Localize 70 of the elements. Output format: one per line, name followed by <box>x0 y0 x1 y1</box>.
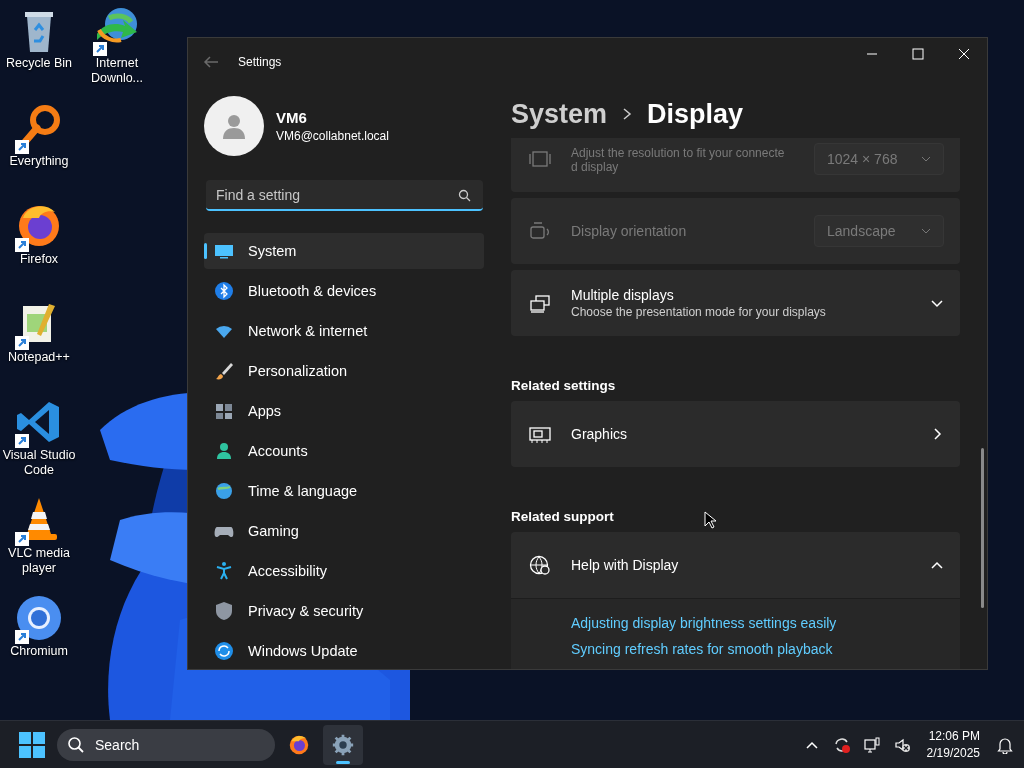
graphics-card-icon <box>529 424 551 444</box>
icon-label[interactable]: Notepad++ <box>1 350 77 365</box>
nav-item[interactable]: Apps <box>204 393 484 429</box>
network-icon[interactable] <box>862 735 881 754</box>
maximize-button[interactable] <box>912 48 924 60</box>
avatar <box>204 96 264 156</box>
icon-label[interactable]: VLC media player <box>1 546 77 576</box>
setting-card[interactable]: Help with Display Adjusting display brightness settings easily Syncing refresh rates for smooth playback <box>511 532 960 669</box>
nav-item[interactable]: Privacy & security <box>204 593 484 629</box>
setting-title: Graphics <box>571 426 629 442</box>
rotate-display-icon <box>529 221 551 241</box>
start-button[interactable] <box>19 731 45 758</box>
nav-item[interactable]: Time & language <box>204 473 484 509</box>
apps-icon <box>214 401 234 421</box>
nav-item[interactable]: Bluetooth & devices <box>204 273 484 309</box>
account-email: VM6@collabnet.local <box>276 129 389 143</box>
search-field[interactable]: Find a setting <box>206 180 483 211</box>
icon-label[interactable]: Everything <box>1 154 77 169</box>
chevron-right-icon <box>621 107 634 121</box>
icon-label[interactable]: Chromium <box>1 644 77 659</box>
help-link[interactable]: Syncing refresh rates for smooth playback <box>571 641 960 657</box>
scrollbar-thumb[interactable] <box>981 448 984 608</box>
clock-time[interactable]: 12:06 PM <box>928 727 980 745</box>
page-title: Display <box>647 98 744 130</box>
globe-help-icon <box>529 555 551 575</box>
taskbar-app[interactable] <box>323 724 363 765</box>
accessibility-icon <box>214 561 234 581</box>
setting-title: Display orientation <box>571 223 688 239</box>
icon-label[interactable]: Recycle Bin <box>1 56 77 71</box>
icon-label[interactable]: Firefox <box>1 252 77 267</box>
nav-item[interactable]: Accessibility <box>204 553 484 589</box>
nav-item[interactable]: Accounts <box>204 433 484 469</box>
bluetooth-icon <box>214 281 234 301</box>
search-icon <box>67 735 85 754</box>
brush-icon <box>214 361 234 381</box>
chevron-down-icon <box>921 156 931 162</box>
sync-icon[interactable] <box>832 735 851 754</box>
setting-description: Adjust the resolution to fit your connected display <box>571 146 785 174</box>
nav-item[interactable]: Personalization <box>204 353 484 389</box>
notification-bell-icon[interactable] <box>996 735 1014 754</box>
gear-icon <box>331 732 355 757</box>
globe-clock-icon <box>214 481 234 501</box>
resolution-icon <box>529 149 551 169</box>
setting-title: Multiple displays <box>571 287 675 303</box>
nav-item[interactable]: Network & internet <box>204 313 484 349</box>
breadcrumb-link[interactable]: System <box>511 98 608 130</box>
chevron-down-icon <box>921 228 931 234</box>
shield-icon <box>214 601 234 621</box>
setting-card[interactable]: Multiple displays Choose the presentation mode for your displays <box>511 270 960 336</box>
taskbar-search[interactable]: Search <box>57 728 275 761</box>
mouse-cursor-icon <box>704 511 716 529</box>
section-heading: Related settings <box>511 378 616 393</box>
search-icon <box>458 189 471 202</box>
account-name: VM6 <box>276 109 308 126</box>
window-title: Settings <box>238 55 283 69</box>
update-icon <box>214 641 234 661</box>
multiple-displays-icon <box>529 293 551 313</box>
icon-label[interactable]: Visual Studio Code <box>1 448 77 478</box>
section-heading: Related support <box>511 509 614 524</box>
setting-card[interactable]: Graphics <box>511 401 960 467</box>
nav-item[interactable]: System <box>204 233 484 269</box>
person-icon <box>214 441 234 461</box>
nav-item[interactable]: Gaming <box>204 513 484 549</box>
close-button[interactable] <box>958 48 970 60</box>
help-link[interactable]: Adjusting display brightness settings easily <box>571 615 960 631</box>
setting-description: Choose the presentation mode for your displays <box>571 305 827 319</box>
icon-label[interactable]: Internet Downlo... <box>79 56 155 86</box>
nav-item[interactable]: Windows Update <box>204 633 484 669</box>
clock-date[interactable]: 2/19/2025 <box>926 744 980 762</box>
setting-title: Help with Display <box>571 557 680 573</box>
